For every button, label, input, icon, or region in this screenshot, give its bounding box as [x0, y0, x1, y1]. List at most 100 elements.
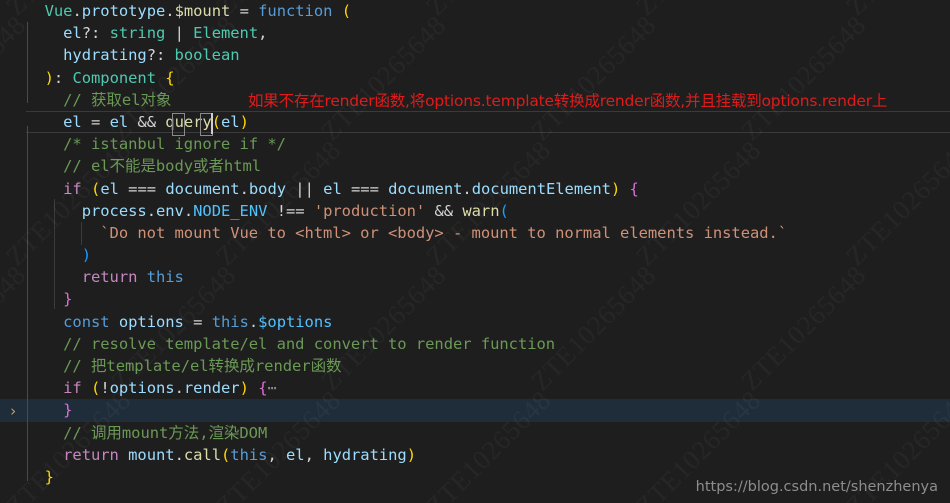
code-token: . [174, 379, 184, 398]
code-token: === [118, 179, 166, 198]
code-token: } [63, 401, 73, 420]
code-token: call [183, 445, 221, 464]
code-token: === [341, 179, 389, 198]
code-token: ( [341, 2, 351, 20]
code-line[interactable]: ): Component { [0, 67, 950, 89]
code-token: ( [211, 112, 222, 131]
code-token: hydrating [323, 445, 407, 464]
code-token: ) [406, 445, 417, 464]
code-token: , [304, 445, 324, 464]
code-line[interactable]: // 调用mount方法,渲染DOM [0, 422, 950, 444]
code-token: ?: [146, 46, 175, 65]
code-token: . [239, 179, 249, 198]
code-line[interactable]: // 把template/el转换成render函数 [0, 355, 950, 377]
code-token: && [128, 112, 166, 131]
code-token: `Do not mount Vue to <html> or <body> - … [100, 223, 788, 242]
code-token: . [174, 445, 184, 464]
code-token: ( [91, 179, 101, 198]
code-token: ( [221, 445, 231, 464]
code-token: render [183, 379, 240, 398]
code-token: , [267, 445, 287, 464]
editor-gutter[interactable]: › [0, 0, 26, 503]
code-token: ) [44, 68, 54, 87]
code-token: el [63, 112, 82, 131]
code-token: 'production' [313, 201, 426, 220]
code-token: documentElement [471, 179, 611, 198]
code-line[interactable]: } [0, 288, 950, 310]
code-token: el [109, 112, 129, 131]
code-line[interactable]: /* istanbul ignore if */ [0, 133, 950, 155]
code-token: function [258, 2, 333, 20]
code-token: this [230, 445, 268, 464]
fold-chevron-icon[interactable]: › [6, 400, 20, 422]
code-line[interactable]: } [0, 399, 950, 422]
code-token: | [165, 24, 194, 43]
code-line[interactable]: if (!options.render) {⋯ [0, 377, 950, 399]
code-token: // 获取el对象 [63, 90, 172, 109]
code-line[interactable]: // el不能是body或者html [0, 155, 950, 177]
code-line[interactable]: hydrating?: boolean [0, 44, 950, 66]
code-token: Component [72, 68, 156, 87]
code-token: boolean [174, 46, 240, 65]
code-token: ! [100, 379, 110, 398]
code-line[interactable]: el?: string | Element, [0, 22, 950, 44]
code-token: } [44, 467, 54, 486]
code-token: if [63, 179, 82, 198]
code-line[interactable]: // resolve template/el and convert to re… [0, 333, 950, 355]
code-line[interactable]: Vue.prototype.$mount = function ( [0, 0, 950, 22]
code-token: el [221, 112, 240, 131]
code-line[interactable]: const options = this.$options [0, 311, 950, 333]
code-token: process [81, 201, 147, 220]
code-line[interactable]: if (el === document.body || el === docum… [0, 178, 950, 200]
text-cursor [211, 113, 213, 134]
code-token: query [165, 112, 212, 131]
code-token: $mount [174, 2, 231, 20]
code-line[interactable]: process.env.NODE_ENV !== 'production' &&… [0, 200, 950, 222]
code-editor[interactable]: › Vue.prototype.$mount = function ( el?:… [0, 0, 950, 503]
code-line[interactable]: el = el && query(el) [0, 110, 950, 134]
code-token: el [323, 179, 342, 198]
code-token: $options [258, 312, 333, 331]
code-editor-screenshot: › Vue.prototype.$mount = function ( el?:… [0, 0, 950, 503]
code-token: env [155, 201, 184, 220]
code-token: { [629, 179, 639, 198]
code-token: NODE_ENV [193, 201, 268, 220]
code-token: // el不能是body或者html [63, 157, 262, 176]
code-token: || [286, 179, 324, 198]
code-token: document [165, 179, 240, 198]
code-line[interactable]: return this [0, 266, 950, 288]
code-token: } [63, 290, 73, 309]
code-line[interactable]: return mount.call(this, el, hydrating) [0, 444, 950, 466]
code-token: ( [91, 379, 101, 398]
code-line[interactable]: ) [0, 244, 950, 266]
code-token: return [63, 445, 119, 464]
code-lines[interactable]: Vue.prototype.$mount = function ( el?: s… [0, 0, 950, 503]
code-token: document [388, 179, 463, 198]
code-token: . [146, 201, 156, 220]
code-token: . [165, 2, 175, 20]
code-token: ( [499, 201, 509, 220]
code-token: return [81, 268, 138, 287]
code-token: ?: [81, 24, 110, 43]
code-line[interactable]: `Do not mount Vue to <html> or <body> - … [0, 222, 950, 244]
